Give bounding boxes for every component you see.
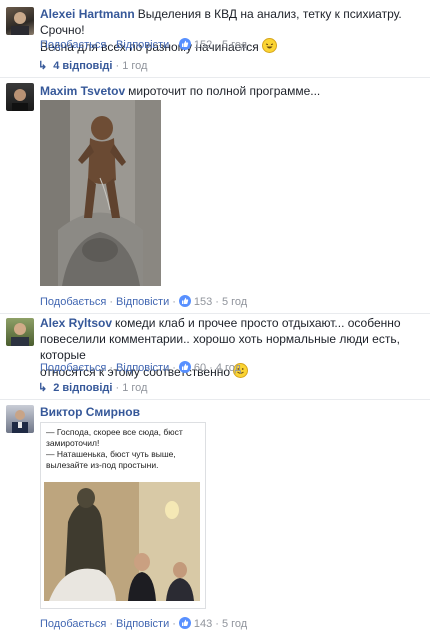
bust-photo xyxy=(44,482,200,601)
like-count[interactable]: 152 xyxy=(194,39,212,51)
reply-button[interactable]: Відповісти xyxy=(116,296,169,308)
comment-text: комеди клаб и прочее просто отдыхают... … xyxy=(115,316,401,330)
reply-button[interactable]: Відповісти xyxy=(116,362,169,374)
reply-arrow-icon: ↳ xyxy=(38,60,48,72)
meme-caption-line: вылезайте из-под простыни. xyxy=(46,460,159,470)
replies-time: 1 год xyxy=(122,60,148,72)
timestamp[interactable]: 4 год xyxy=(216,362,241,374)
timestamp[interactable]: 5 год xyxy=(222,618,247,630)
avatar[interactable] xyxy=(6,405,34,433)
like-icon xyxy=(178,617,191,629)
divider xyxy=(0,313,430,314)
like-count[interactable]: 60 xyxy=(194,362,206,374)
like-button[interactable]: Подобається xyxy=(40,39,106,51)
meme-caption-line: — Наташенька, бюст чуть выше, xyxy=(46,449,176,459)
meme-caption-line: замироточил! xyxy=(46,438,100,448)
laughing-emoji-icon xyxy=(262,38,278,53)
reply-button[interactable]: Відповісти xyxy=(116,618,169,630)
meme-caption-line: — Господа, скорее все сюда, бюст xyxy=(46,427,183,437)
manneken-pis-photo[interactable] xyxy=(40,100,161,286)
like-button[interactable]: Подобається xyxy=(40,362,106,374)
replies-count: 4 відповіді xyxy=(53,60,113,72)
like-icon xyxy=(178,295,191,307)
view-replies-link[interactable]: ↳ 4 відповіді · 1 год xyxy=(38,59,147,73)
reply-arrow-icon: ↳ xyxy=(38,382,48,394)
comment-author[interactable]: Maxim Tsvetov xyxy=(40,84,125,98)
avatar[interactable] xyxy=(6,7,34,35)
comment-text: повеселили комментарии.. хорошо хоть нор… xyxy=(40,332,400,362)
like-button[interactable]: Подобається xyxy=(40,618,106,630)
view-replies-link[interactable]: ↳ 2 відповіді · 1 год xyxy=(38,381,147,395)
reply-button[interactable]: Відповісти xyxy=(116,39,169,51)
like-button[interactable]: Подобається xyxy=(40,296,106,308)
divider xyxy=(0,399,430,400)
avatar[interactable] xyxy=(6,83,34,111)
like-icon xyxy=(178,361,191,373)
avatar[interactable] xyxy=(6,318,34,346)
like-count[interactable]: 143 xyxy=(194,618,212,630)
meme-caption: — Господа, скорее все сюда, бюст замирот… xyxy=(46,427,201,471)
like-count[interactable]: 153 xyxy=(194,296,212,308)
divider xyxy=(0,77,430,78)
meme-image[interactable]: — Господа, скорее все сюда, бюст замирот… xyxy=(40,422,206,609)
replies-count: 2 відповіді xyxy=(53,382,113,394)
like-icon xyxy=(178,38,191,50)
timestamp[interactable]: 5 год xyxy=(222,39,247,51)
replies-time: 1 год xyxy=(122,382,148,394)
comment-author[interactable]: Alexei Hartmann xyxy=(40,7,135,21)
comment-text: мироточит по полной программе... xyxy=(128,84,321,98)
comment-author[interactable]: Alex Ryltsov xyxy=(40,316,112,330)
timestamp[interactable]: 5 год xyxy=(222,296,247,308)
comment-author[interactable]: Виктор Смирнов xyxy=(40,405,140,419)
